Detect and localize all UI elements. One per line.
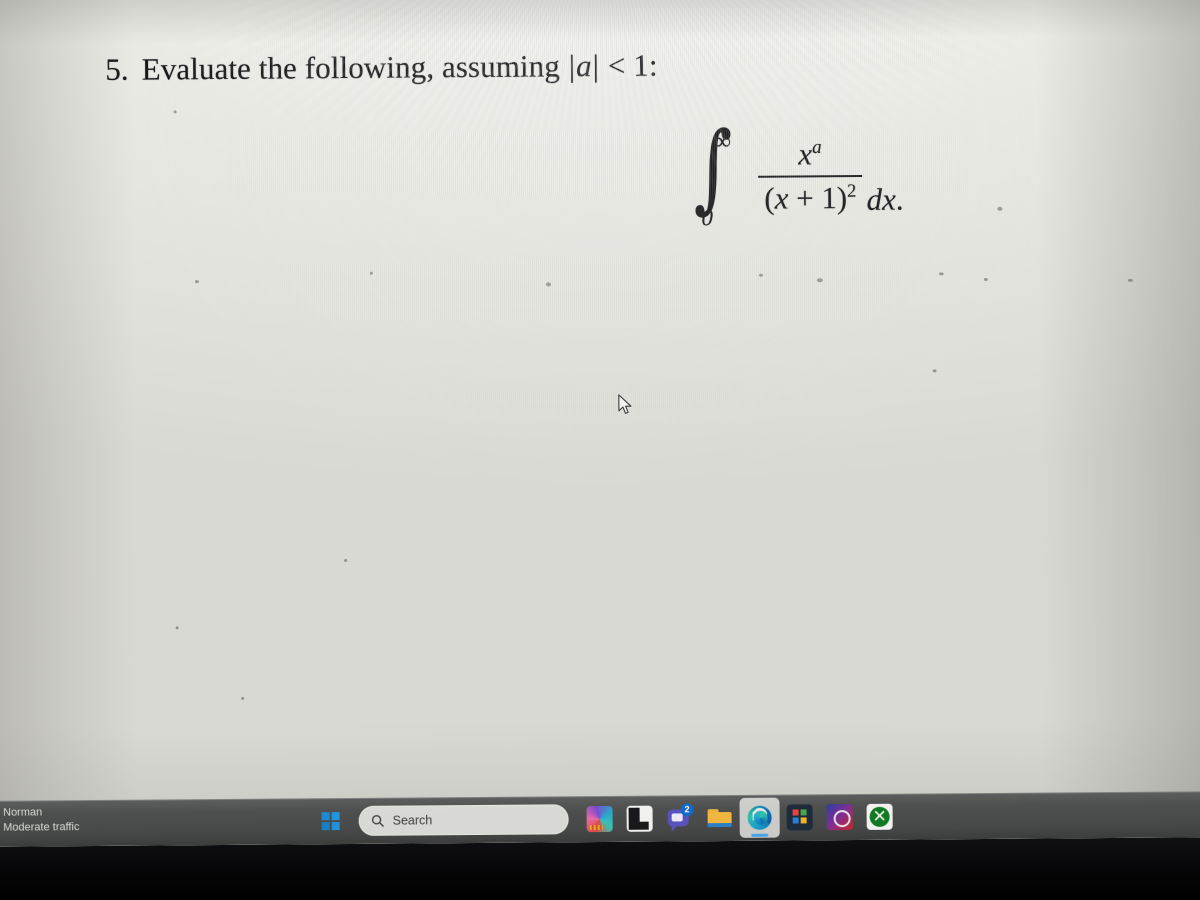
- microsoft-store-icon: [786, 804, 813, 831]
- fraction: xa (x + 1)2: [758, 136, 863, 217]
- condition-relation: < 1:: [607, 47, 658, 83]
- abs-bar-close: |: [592, 48, 600, 84]
- weather-traffic-widget[interactable]: Norman Moderate traffic: [3, 804, 183, 835]
- taskbar-item-office-app[interactable]: [819, 797, 859, 837]
- taskbar-item-chat[interactable]: 2: [659, 798, 699, 838]
- taskbar-item-file-explorer[interactable]: [699, 798, 739, 838]
- differential-dx: dx: [866, 181, 896, 217]
- file-explorer-icon: [707, 805, 733, 831]
- widget-location: Norman: [3, 806, 43, 819]
- dark-app-icon: [626, 805, 653, 832]
- document-content: 5. Evaluate the following, assuming |a| <…: [0, 0, 1200, 847]
- microsoft-edge-icon: [747, 805, 772, 830]
- search-icon: [371, 815, 384, 827]
- problem-statement: 5. Evaluate the following, assuming |a| <…: [105, 48, 658, 88]
- display-equation: ∫ ∞ 0 xa (x + 1)2 dx.: [680, 111, 904, 231]
- monitor-screen: 5. Evaluate the following, assuming |a| <…: [0, 0, 1200, 847]
- start-button[interactable]: [311, 801, 351, 841]
- search-input[interactable]: Search: [358, 804, 569, 836]
- denominator-variable: x: [774, 180, 789, 216]
- integral-upper-limit: ∞: [713, 128, 732, 156]
- denominator-close-paren: ): [836, 180, 848, 216]
- taskbar-item-pwa-app[interactable]: [579, 799, 619, 839]
- differential-term: dx.: [866, 182, 903, 228]
- numerator-base: x: [798, 136, 813, 172]
- problem-prompt: Evaluate the following, assuming: [141, 48, 561, 87]
- taskbar-item-dark-app[interactable]: [619, 799, 659, 839]
- integral-sign: ∫ ∞ 0: [680, 111, 737, 231]
- problem-number: 5.: [105, 51, 129, 87]
- condition-variable: a: [575, 48, 592, 84]
- abs-bar-open: |: [568, 48, 576, 84]
- denominator-exponent: 2: [847, 180, 857, 202]
- monitor-photo: 5. Evaluate the following, assuming |a| <…: [0, 0, 1200, 900]
- office-app-icon: [826, 804, 853, 831]
- taskbar-item-microsoft-edge[interactable]: [739, 797, 780, 838]
- numerator-exponent: a: [811, 136, 822, 159]
- denominator-plus: +: [795, 180, 814, 216]
- widget-traffic: Moderate traffic: [3, 820, 80, 834]
- equation-period: .: [895, 181, 904, 217]
- windows-logo-icon: [321, 812, 340, 831]
- search-placeholder: Search: [392, 813, 433, 828]
- xbox-icon: ✕: [866, 803, 893, 830]
- desk-surface: [0, 836, 1200, 900]
- taskbar-center-group: Search 2 ✕: [310, 794, 899, 845]
- denominator-one: 1: [821, 180, 837, 216]
- windows-taskbar[interactable]: Norman Moderate traffic Search 2 ✕: [0, 791, 1200, 847]
- mouse-cursor: [618, 394, 632, 414]
- taskbar-item-microsoft-store[interactable]: [779, 797, 819, 837]
- condition-expression: |a| < 1:: [568, 48, 658, 84]
- chat-icon: 2: [667, 803, 694, 831]
- fraction-denominator: (x + 1)2: [758, 177, 863, 217]
- pwa-app-icon: [586, 805, 613, 833]
- fraction-numerator: xa: [784, 136, 836, 175]
- chat-badge-count: 2: [680, 803, 694, 817]
- taskbar-item-xbox[interactable]: ✕: [859, 797, 899, 837]
- denominator-open-paren: (: [764, 180, 775, 216]
- integral-lower-limit: 0: [701, 205, 714, 231]
